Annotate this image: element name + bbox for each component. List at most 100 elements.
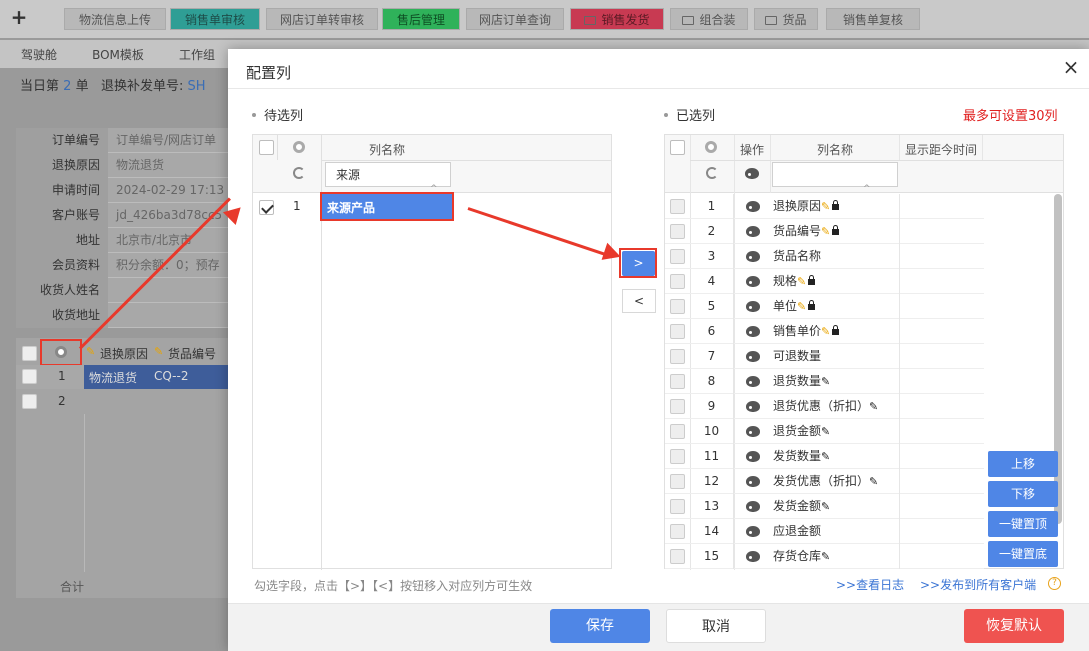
left-select-all[interactable]: [259, 140, 274, 155]
row-checkbox[interactable]: [22, 394, 37, 409]
row-checkbox[interactable]: [22, 369, 37, 384]
pencil-icon[interactable]: ✎: [821, 319, 830, 344]
column-name: 规格: [773, 274, 798, 288]
right-filter-input[interactable]: [772, 162, 898, 187]
palette-icon[interactable]: [746, 201, 760, 212]
pencil-icon[interactable]: ✎: [821, 369, 830, 394]
selected-column-row[interactable]: 14 应退金额: [665, 519, 984, 544]
top-tab[interactable]: 销售单复核: [826, 8, 920, 30]
top-tab[interactable]: 网店订单查询: [466, 8, 564, 30]
pencil-icon[interactable]: ✎: [869, 469, 878, 494]
pencil-icon[interactable]: ✎: [821, 419, 830, 444]
row-checkbox[interactable]: [670, 424, 685, 439]
view-log-link[interactable]: >>查看日志: [836, 576, 904, 593]
pencil-icon[interactable]: ✎: [821, 494, 830, 519]
row-checkbox[interactable]: [670, 349, 685, 364]
palette-icon[interactable]: [746, 451, 760, 462]
palette-icon[interactable]: [746, 276, 760, 287]
palette-icon[interactable]: [746, 326, 760, 337]
palette-icon[interactable]: [746, 301, 760, 312]
palette-icon[interactable]: [746, 526, 760, 537]
palette-icon[interactable]: [746, 226, 760, 237]
row-checkbox[interactable]: [670, 499, 685, 514]
selected-column-row[interactable]: 4 规格 ✎: [665, 269, 984, 294]
row-checkbox[interactable]: [670, 224, 685, 239]
selected-column-row[interactable]: 1 退换原因 ✎: [665, 194, 984, 219]
subtab-bom[interactable]: BOM模板: [80, 44, 156, 66]
row-checkbox[interactable]: [670, 374, 685, 389]
top-tab[interactable]: 组合装: [670, 8, 748, 30]
top-tab[interactable]: 物流信息上传: [64, 8, 166, 30]
palette-icon[interactable]: [746, 376, 760, 387]
top-tab[interactable]: 网店订单转审核: [266, 8, 378, 30]
close-icon[interactable]: ×: [1062, 57, 1080, 77]
palette-icon[interactable]: [746, 476, 760, 487]
selected-column-row[interactable]: 6 销售单价 ✎: [665, 319, 984, 344]
selected-column-row[interactable]: 3 货品名称: [665, 244, 984, 269]
selected-column-row[interactable]: 9 退货优惠（折扣） ✎: [665, 394, 984, 419]
top-tab[interactable]: 货品: [754, 8, 818, 30]
row-checkbox[interactable]: [670, 449, 685, 464]
selected-column-row[interactable]: 8 退货数量 ✎: [665, 369, 984, 394]
left-col-name-header: 列名称: [368, 143, 405, 157]
row-checkbox[interactable]: [670, 199, 685, 214]
row-checkbox[interactable]: [670, 549, 685, 564]
move-to-bottom-button[interactable]: 一键置底: [988, 541, 1058, 567]
top-tab[interactable]: 售后管理: [382, 8, 460, 30]
row-checkbox[interactable]: [670, 324, 685, 339]
row-checkbox[interactable]: [670, 274, 685, 289]
help-icon[interactable]: ?: [1048, 577, 1061, 590]
gear-icon[interactable]: [293, 141, 305, 153]
palette-icon[interactable]: [746, 351, 760, 362]
pencil-icon[interactable]: ✎: [821, 219, 830, 244]
save-button[interactable]: 保存: [550, 609, 650, 643]
selected-column-row[interactable]: 2 货品编号 ✎: [665, 219, 984, 244]
move-left-button[interactable]: <: [622, 289, 656, 313]
refresh-icon[interactable]: [706, 167, 718, 179]
subtab-workgroup[interactable]: 工作组: [170, 44, 224, 66]
move-down-button[interactable]: 下移: [988, 481, 1058, 507]
order-info-row: 收货人姓名: [16, 278, 228, 303]
palette-icon[interactable]: [746, 501, 760, 512]
grid-select-all[interactable]: [22, 346, 37, 361]
pencil-icon[interactable]: ✎: [821, 444, 830, 469]
selected-column-row[interactable]: 12 发货优惠（折扣） ✎: [665, 469, 984, 494]
row-checkbox[interactable]: [670, 249, 685, 264]
header-value: SH: [187, 79, 206, 94]
move-to-top-button[interactable]: 一键置顶: [988, 511, 1058, 537]
pencil-icon[interactable]: ✎: [797, 269, 806, 294]
refresh-icon[interactable]: [293, 167, 305, 179]
row-checkbox[interactable]: [670, 474, 685, 489]
publish-all-link[interactable]: >>发布到所有客户端: [920, 576, 1036, 593]
pencil-icon[interactable]: ✎: [869, 394, 878, 419]
top-tab[interactable]: 销售发货: [570, 8, 664, 30]
palette-icon[interactable]: [746, 551, 760, 562]
reset-default-button[interactable]: 恢复默认: [964, 609, 1064, 643]
gear-icon[interactable]: [705, 141, 717, 153]
move-up-button[interactable]: 上移: [988, 451, 1058, 477]
palette-icon[interactable]: [746, 251, 760, 262]
left-row-checkbox[interactable]: [259, 200, 274, 215]
column-name: 发货金额: [773, 499, 822, 513]
plus-icon[interactable]: +: [8, 6, 30, 28]
selected-column-row[interactable]: 5 单位 ✎: [665, 294, 984, 319]
selected-column-row[interactable]: 13 发货金额 ✎: [665, 494, 984, 519]
pencil-icon[interactable]: ✎: [821, 194, 830, 219]
selected-column-row[interactable]: 7 可退数量: [665, 344, 984, 369]
selected-column-row[interactable]: 15 存货仓库 ✎: [665, 544, 984, 569]
selected-column-row[interactable]: 10 退货金额 ✎: [665, 419, 984, 444]
row-checkbox[interactable]: [670, 299, 685, 314]
pencil-icon[interactable]: ✎: [821, 544, 830, 569]
gear-icon[interactable]: [55, 346, 67, 358]
top-tab[interactable]: 销售单审核: [170, 8, 260, 30]
palette-icon[interactable]: [746, 401, 760, 412]
right-select-all[interactable]: [670, 140, 685, 155]
selected-column-row[interactable]: 11 发货数量 ✎: [665, 444, 984, 469]
subtab-cockpit[interactable]: 驾驶舱: [14, 44, 64, 66]
palette-icon[interactable]: [745, 168, 759, 179]
pencil-icon[interactable]: ✎: [797, 294, 806, 319]
palette-icon[interactable]: [746, 426, 760, 437]
row-checkbox[interactable]: [670, 399, 685, 414]
cancel-button[interactable]: 取消: [666, 609, 766, 643]
row-checkbox[interactable]: [670, 524, 685, 539]
